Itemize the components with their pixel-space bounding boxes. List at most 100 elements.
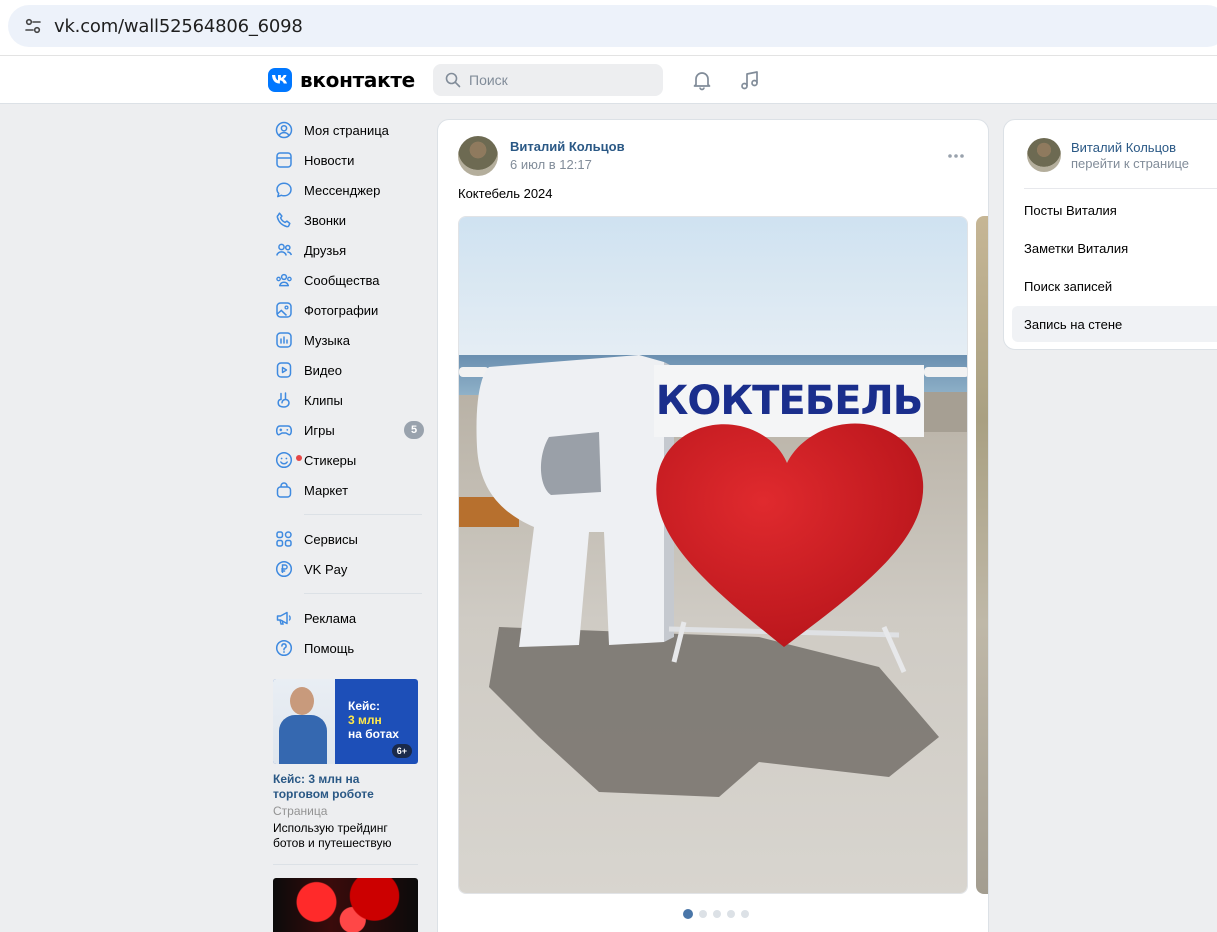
nav-item-stickers[interactable]: Стикеры — [268, 445, 428, 475]
vk-pay-icon — [274, 559, 294, 579]
services-icon — [274, 529, 294, 549]
sidebar-ad[interactable]: Кейс: 3 млн на ботах 6+ Кейс: 3 млн на т… — [273, 679, 418, 865]
post-text: Коктебель 2024 — [458, 186, 553, 201]
nav-item-clips[interactable]: Клипы — [268, 385, 428, 415]
ads-megaphone-icon — [274, 608, 294, 628]
ad-description: Использую трейдинг ботов и путешествую — [273, 821, 392, 850]
nav-label: Видео — [304, 362, 342, 378]
nav-divider — [304, 593, 422, 594]
menu-item-notes[interactable]: Заметки Виталия — [1012, 230, 1217, 266]
nav-label: Звонки — [304, 212, 346, 228]
nav-divider — [304, 514, 422, 515]
menu-item-posts[interactable]: Посты Виталия — [1012, 192, 1217, 228]
nav-label: Реклама — [304, 610, 357, 626]
left-navigation: Моя страница Новости Мессенджер Звонки Д… — [268, 115, 428, 663]
menu-item-wall-post[interactable]: Запись на стене — [1012, 306, 1217, 342]
nav-item-ads[interactable]: Реклама — [268, 603, 428, 633]
search-input[interactable] — [469, 72, 649, 88]
music-icon — [274, 330, 294, 350]
nav-item-friends[interactable]: Друзья — [268, 235, 428, 265]
next-photo-preview[interactable] — [976, 216, 988, 894]
nav-item-music[interactable]: Музыка — [268, 325, 428, 355]
clips-icon — [274, 390, 294, 410]
profile-icon — [274, 120, 294, 140]
phone-icon — [274, 210, 294, 230]
nav-label: Игры — [304, 422, 335, 438]
nav-item-market[interactable]: Маркет — [268, 475, 428, 505]
ad-banner-image[interactable]: Кейс: 3 млн на ботах 6+ — [273, 679, 418, 764]
vk-logo[interactable]: вконтакте — [268, 68, 415, 92]
photo-image: КОКТЕБЕЛЬ — [459, 217, 967, 893]
video-icon — [274, 360, 294, 380]
messenger-icon — [274, 180, 294, 200]
nav-label: Стикеры — [304, 452, 357, 468]
photos-icon — [274, 300, 294, 320]
photo-sign-text: КОКТЕБЕЛЬ — [656, 378, 923, 424]
nav-item-video[interactable]: Видео — [268, 355, 428, 385]
age-rating-badge: 6+ — [391, 744, 412, 758]
carousel-dot[interactable] — [699, 910, 707, 918]
post-timestamp[interactable]: 6 июл в 12:17 — [510, 157, 592, 172]
url-text[interactable]: vk.com/wall52564806_6098 — [54, 16, 303, 37]
ad-banner-text: Кейс: 3 млн на ботах — [348, 699, 399, 741]
nav-item-help[interactable]: Помощь — [268, 633, 428, 663]
post-photo[interactable]: КОКТЕБЕЛЬ — [458, 216, 968, 894]
nav-label: Новости — [304, 152, 355, 168]
go-to-page-link[interactable]: перейти к странице — [1071, 156, 1189, 171]
nav-label: Помощь — [304, 640, 355, 656]
menu-item-search-posts[interactable]: Поиск записей — [1012, 268, 1217, 304]
nav-label: Фотографии — [304, 302, 379, 318]
nav-item-news[interactable]: Новости — [268, 145, 428, 175]
games-icon — [274, 420, 294, 440]
nav-label: Мессенджер — [304, 182, 381, 198]
nav-item-games[interactable]: Игры 5 — [268, 415, 428, 445]
news-icon — [274, 150, 294, 170]
nav-label: Моя страница — [304, 122, 389, 138]
stickers-icon — [274, 450, 302, 470]
games-counter-badge: 5 — [404, 421, 424, 439]
carousel-dot[interactable] — [727, 910, 735, 918]
vk-logo-icon — [268, 68, 292, 92]
nav-item-services[interactable]: Сервисы — [268, 524, 428, 554]
carousel-dot[interactable] — [683, 909, 693, 919]
search-box[interactable] — [433, 64, 663, 96]
nav-label: Друзья — [304, 242, 347, 258]
carousel-dot[interactable] — [713, 910, 721, 918]
communities-icon — [274, 270, 294, 290]
nav-item-photos[interactable]: Фотографии — [268, 295, 428, 325]
nav-item-my-page[interactable]: Моя страница — [268, 115, 428, 145]
vk-header: вконтакте — [0, 56, 1217, 104]
nav-item-communities[interactable]: Сообщества — [268, 265, 428, 295]
owner-name-link[interactable]: Виталий Кольцов — [1071, 140, 1176, 155]
address-bar[interactable]: vk.com/wall52564806_6098 — [8, 5, 1217, 47]
notifications-bell-icon[interactable] — [690, 68, 714, 92]
ad-title-link[interactable]: Кейс: 3 млн на торговом роботе — [273, 772, 418, 802]
photo-carousel-dots — [438, 909, 988, 919]
new-indicator-dot — [296, 455, 302, 461]
second-ad-image[interactable] — [273, 878, 418, 932]
nav-item-vk-pay[interactable]: VK Pay — [268, 554, 428, 584]
author-avatar[interactable] — [458, 136, 498, 176]
browser-toolbar: vk.com/wall52564806_6098 — [0, 0, 1217, 56]
search-icon — [445, 72, 461, 88]
wall-navigation-panel: Виталий Кольцов перейти к странице Посты… — [1003, 119, 1217, 350]
more-options-icon[interactable] — [944, 148, 968, 164]
nav-label: Клипы — [304, 392, 343, 408]
ad-person-photo — [273, 679, 335, 764]
post-author-link[interactable]: Виталий Кольцов — [510, 139, 625, 154]
music-icon[interactable] — [738, 68, 762, 92]
site-info-icon[interactable] — [18, 11, 48, 41]
nav-label: Сервисы — [304, 531, 358, 547]
carousel-dot[interactable] — [741, 910, 749, 918]
friends-icon — [274, 240, 294, 260]
wall-post: Виталий Кольцов 6 июл в 12:17 Коктебель … — [437, 119, 989, 932]
help-icon — [274, 638, 294, 658]
owner-avatar[interactable] — [1027, 138, 1061, 172]
nav-item-calls[interactable]: Звонки — [268, 205, 428, 235]
panel-divider — [1024, 188, 1217, 189]
nav-item-messenger[interactable]: Мессенджер — [268, 175, 428, 205]
vk-logo-text: вконтакте — [300, 68, 415, 92]
market-icon — [274, 480, 294, 500]
ad-divider — [273, 864, 418, 865]
ad-type-label: Страница — [273, 804, 328, 818]
